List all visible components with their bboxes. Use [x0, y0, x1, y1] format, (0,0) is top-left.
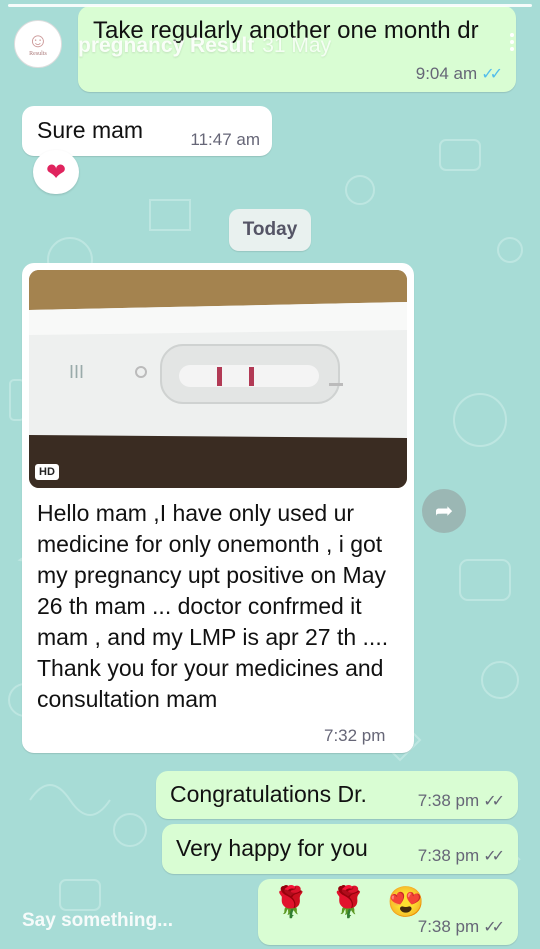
- message-text: Congratulations Dr.: [170, 781, 367, 807]
- heart-icon: ❤: [45, 158, 67, 186]
- message-text: Very happy for you: [176, 835, 368, 861]
- message-meta: 7:32 pm: [324, 726, 385, 746]
- delivered-ticks-icon: ✓✓: [483, 919, 505, 936]
- story-title: pregnancy Result 31 May: [78, 34, 331, 58]
- delivered-ticks-icon: ✓✓: [483, 848, 505, 865]
- message-time: 7:38 pm: [417, 846, 480, 865]
- avatar[interactable]: ☺ Results: [14, 20, 62, 68]
- reply-input[interactable]: Say something...: [22, 910, 173, 932]
- message-time: 9:04 am: [415, 64, 478, 83]
- message-time: 11:47 am: [190, 130, 260, 149]
- message-time: 7:38 pm: [417, 791, 480, 810]
- read-ticks-icon: ✓✓: [481, 66, 503, 83]
- message-text: Hello mam ,I have only used ur medicine …: [37, 500, 389, 712]
- more-vertical-icon[interactable]: [510, 30, 516, 54]
- message-meta: 7:38 pm ✓✓: [417, 917, 505, 937]
- story-title-text: pregnancy Result: [78, 34, 255, 57]
- message-meta: 11:47 am: [190, 130, 260, 150]
- message-bubble-outgoing[interactable]: 🌹 🌹 😍 7:38 pm ✓✓: [258, 879, 518, 945]
- forward-icon: ➦: [434, 498, 454, 523]
- story-date: 31 May: [262, 34, 332, 57]
- baby-face-icon: ☺: [27, 30, 49, 52]
- message-bubble-outgoing[interactable]: Very happy for you 7:38 pm ✓✓: [162, 824, 518, 874]
- message-time: 7:38 pm: [417, 917, 480, 936]
- message-bubble-outgoing[interactable]: Congratulations Dr. 7:38 pm ✓✓: [156, 771, 518, 819]
- emoji-message: 🌹 🌹 😍: [272, 886, 431, 919]
- pregnancy-test-photo[interactable]: III HD: [29, 270, 407, 488]
- message-meta: 9:04 am ✓✓: [415, 64, 503, 84]
- story-header[interactable]: ☺ Results: [14, 20, 62, 68]
- message-meta: 7:38 pm ✓✓: [417, 846, 505, 866]
- reaction-heart[interactable]: ❤: [33, 150, 79, 194]
- message-time: 7:32 pm: [324, 726, 386, 745]
- svg-text:III: III: [69, 362, 84, 382]
- message-meta: 7:38 pm ✓✓: [417, 791, 505, 811]
- avatar-label: Results: [29, 51, 47, 57]
- message-text: Sure mam: [37, 117, 144, 143]
- delivered-ticks-icon: ✓✓: [483, 793, 505, 810]
- date-divider: Today: [229, 209, 311, 251]
- story-progress-bar: [8, 4, 532, 7]
- forward-button[interactable]: ➦: [422, 489, 466, 533]
- message-bubble-incoming[interactable]: Sure mam 11:47 am: [22, 106, 272, 156]
- hd-badge: HD: [35, 464, 59, 480]
